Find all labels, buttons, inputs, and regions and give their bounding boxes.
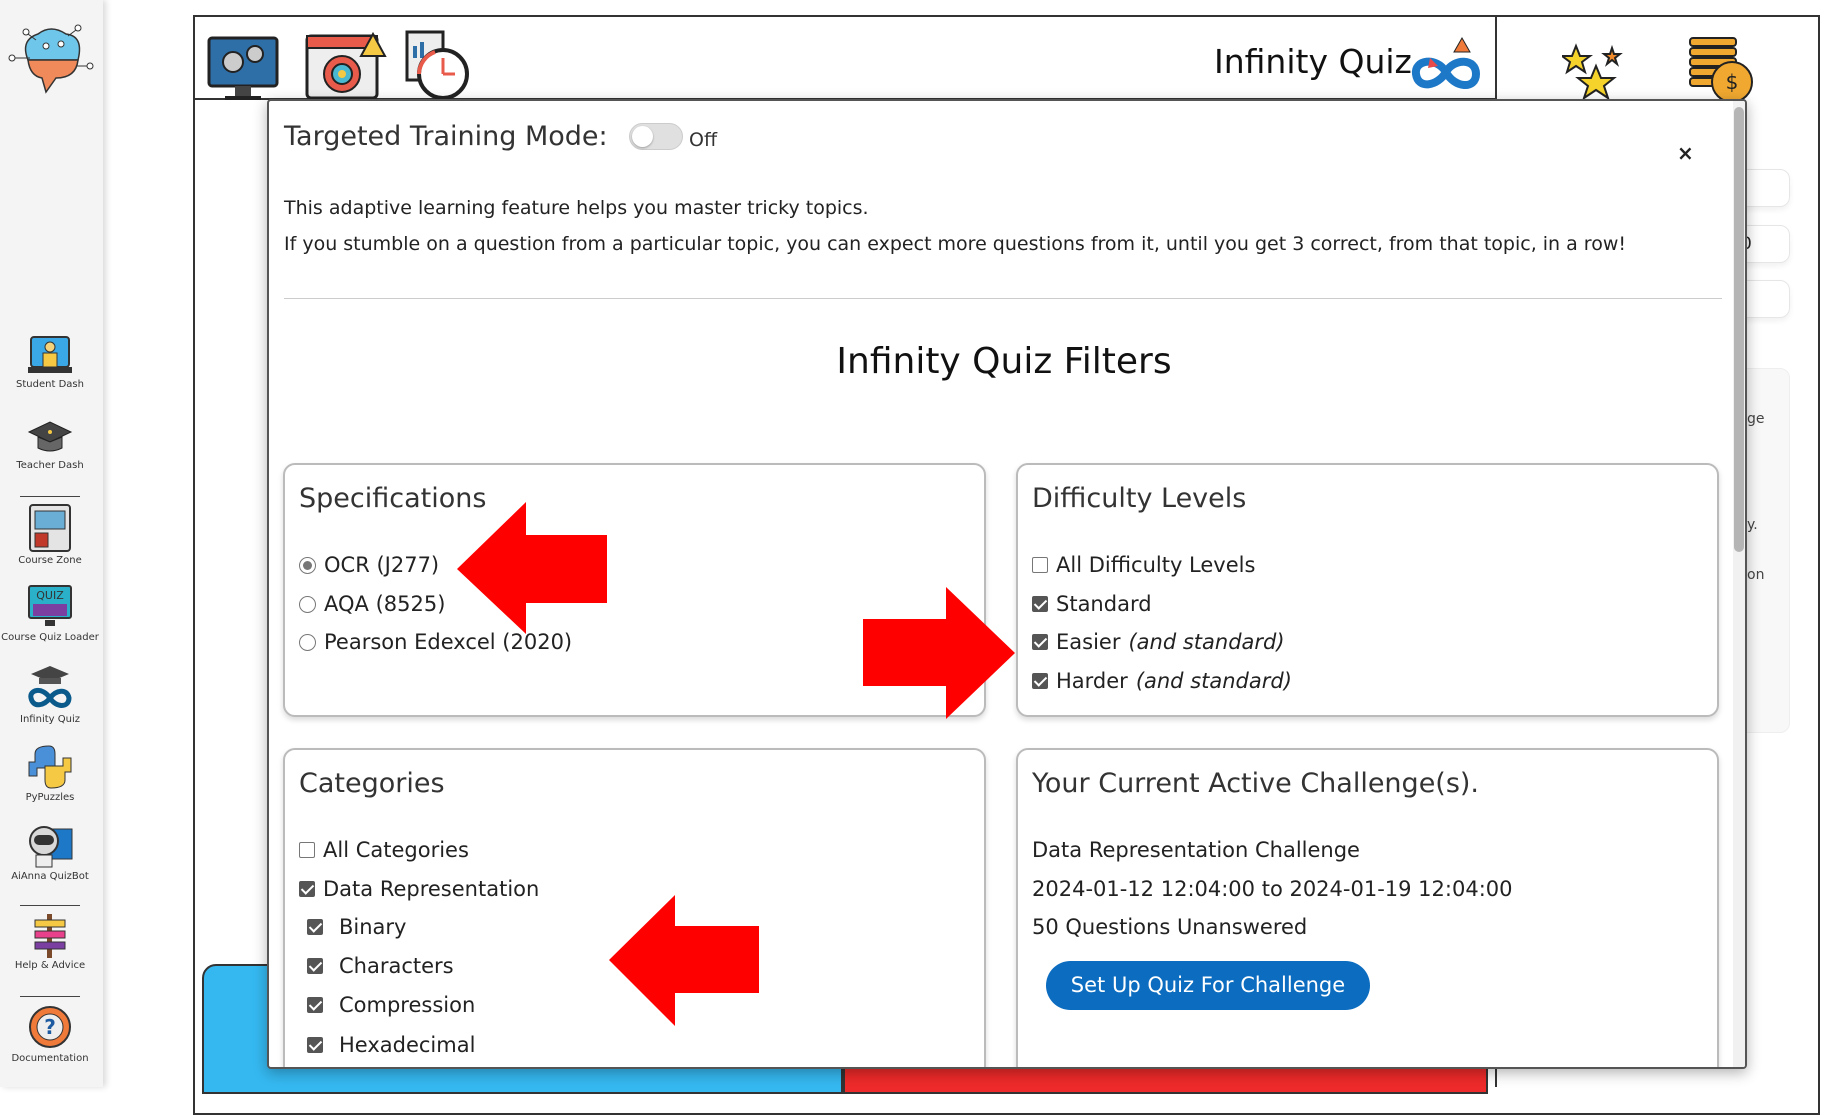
svg-text:?: ? xyxy=(44,1015,56,1039)
difficulty-option-easier[interactable]: Easier (and standard) xyxy=(1032,630,1285,654)
filters-title: Infinity Quiz Filters xyxy=(836,341,1172,382)
divider xyxy=(20,905,80,906)
category-option-binary[interactable]: Binary xyxy=(299,915,406,939)
challenge-unanswered: 50 Questions Unanswered xyxy=(1032,915,1308,939)
set-up-quiz-button[interactable]: Set Up Quiz For Challenge xyxy=(1046,961,1370,1010)
training-mode-toggle[interactable] xyxy=(629,123,683,150)
sidebar-item-documentation[interactable]: ? Documentation xyxy=(0,1003,100,1064)
sidebar-item-teacher-dash[interactable]: Teacher Dash xyxy=(0,418,100,471)
signpost-icon xyxy=(34,914,66,958)
stars-icon[interactable] xyxy=(1562,42,1630,102)
divider xyxy=(284,298,1722,299)
category-option-characters[interactable]: Characters xyxy=(299,954,454,978)
difficulty-panel: Difficulty Levels All Difficulty Levels … xyxy=(1016,463,1719,717)
sidebar-item-infinity-quiz[interactable]: Infinity Quiz xyxy=(0,664,100,725)
checkbox[interactable] xyxy=(307,997,323,1013)
checkbox[interactable] xyxy=(1032,634,1048,650)
sidebar-item-student-dash[interactable]: Student Dash xyxy=(0,333,100,390)
sidebar-item-label: Teacher Dash xyxy=(16,460,84,471)
scrollbar[interactable] xyxy=(1733,101,1745,1067)
svg-text:QUIZ: QUIZ xyxy=(36,589,64,602)
active-challenges-panel: Your Current Active Challenge(s). Data R… xyxy=(1016,748,1719,1067)
sidebar-item-label: Course Quiz Loader xyxy=(1,632,99,643)
arrow-left-icon xyxy=(609,895,759,1026)
sidebar-item-pypuzzles[interactable]: PyPuzzles xyxy=(0,744,100,803)
category-option-all[interactable]: All Categories xyxy=(299,838,469,862)
checkbox[interactable] xyxy=(1032,673,1048,689)
sidebar-item-label: Documentation xyxy=(11,1053,89,1064)
sidebar-item-label: Help & Advice xyxy=(14,960,86,971)
app-title: Infinity Quiz xyxy=(1214,42,1412,81)
sidebar-item-course-zone[interactable]: Course Zone xyxy=(0,503,100,566)
checkbox[interactable] xyxy=(307,958,323,974)
report-timer-icon[interactable] xyxy=(405,30,473,102)
divider xyxy=(20,496,80,497)
course-zone-icon xyxy=(29,504,71,552)
panel-title: Categories xyxy=(299,768,445,799)
sidebar-item-label: Infinity Quiz xyxy=(20,714,80,725)
difficulty-option-harder[interactable]: Harder (and standard) xyxy=(1032,669,1292,693)
divider xyxy=(20,996,80,997)
sidebar: Student Dash Teacher Dash Course Zone QU… xyxy=(0,0,103,1087)
radio[interactable] xyxy=(299,595,316,613)
svg-text:$: $ xyxy=(1726,70,1739,94)
arrow-right-icon xyxy=(863,587,1015,719)
graduation-cap-icon xyxy=(27,421,73,452)
description-line: This adaptive learning feature helps you… xyxy=(284,197,869,219)
category-option-compression[interactable]: Compression xyxy=(299,993,475,1017)
infinity-rocket-icon xyxy=(1412,36,1481,89)
close-button[interactable]: × xyxy=(1677,141,1694,165)
training-mode-label: Targeted Training Mode: xyxy=(284,121,608,152)
radio[interactable] xyxy=(299,556,316,574)
panel-title: Difficulty Levels xyxy=(1032,483,1247,514)
coins-icon[interactable]: $ xyxy=(1688,34,1760,104)
spec-option-ocr[interactable]: OCR (J277) xyxy=(299,553,439,577)
sidebar-item-aianna-quizbot[interactable]: AiAnna QuizBot xyxy=(0,823,100,882)
difficulty-option-standard[interactable]: Standard xyxy=(1032,592,1152,616)
scrollbar-thumb[interactable] xyxy=(1734,107,1744,552)
arrow-left-icon xyxy=(457,502,607,634)
sidebar-item-label: PyPuzzles xyxy=(25,792,75,803)
sidebar-item-label: AiAnna QuizBot xyxy=(11,871,89,882)
checkbox[interactable] xyxy=(307,1037,323,1053)
challenge-name: Data Representation Challenge xyxy=(1032,838,1360,862)
quiz-monitor-icon: QUIZ xyxy=(28,585,72,626)
difficulty-option-all[interactable]: All Difficulty Levels xyxy=(1032,553,1255,577)
lifebuoy-question-icon: ? xyxy=(29,1006,71,1048)
sidebar-item-help-advice[interactable]: Help & Advice xyxy=(0,912,100,971)
spec-option-aqa[interactable]: AQA (8525) xyxy=(299,592,445,616)
sidebar-item-label: Student Dash xyxy=(16,379,84,390)
settings-monitor-icon[interactable] xyxy=(207,32,279,102)
checkbox[interactable] xyxy=(1032,596,1048,612)
student-dash-icon xyxy=(28,336,72,373)
infinity-cap-icon xyxy=(28,666,72,708)
category-option-hexadecimal[interactable]: Hexadecimal xyxy=(299,1033,475,1057)
brain-logo-icon[interactable] xyxy=(6,20,96,98)
checkbox[interactable] xyxy=(299,881,315,897)
description-line: If you stumble on a question from a part… xyxy=(284,233,1626,255)
target-calendar-icon[interactable] xyxy=(305,30,387,102)
robot-icon xyxy=(29,826,73,868)
checkbox[interactable] xyxy=(1032,557,1048,573)
challenge-period: 2024-01-12 12:04:00 to 2024-01-19 12:04:… xyxy=(1032,877,1513,901)
sidebar-item-label: Course Zone xyxy=(18,555,82,566)
toggle-state-label: Off xyxy=(689,129,718,151)
python-icon xyxy=(28,745,72,789)
category-option-data-representation[interactable]: Data Representation xyxy=(299,877,539,901)
radio[interactable] xyxy=(299,633,316,651)
checkbox[interactable] xyxy=(307,919,323,935)
sidebar-item-course-quiz-loader[interactable]: QUIZ Course Quiz Loader xyxy=(0,584,100,643)
checkbox[interactable] xyxy=(299,842,315,858)
panel-title: Your Current Active Challenge(s). xyxy=(1032,768,1480,799)
